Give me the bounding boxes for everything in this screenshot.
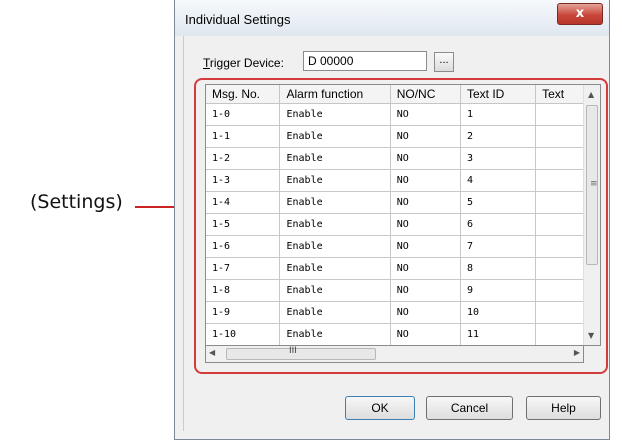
trigger-device-input[interactable]: D 00000 (303, 51, 427, 71)
close-icon: x (575, 6, 585, 21)
settings-highlight-frame (194, 78, 608, 374)
ok-button[interactable]: OK (345, 396, 415, 420)
close-button[interactable]: x (557, 3, 603, 25)
cancel-button[interactable]: Cancel (426, 396, 513, 420)
help-button[interactable]: Help (526, 396, 601, 420)
title-bar: Individual Settings x (175, 0, 609, 36)
browse-button[interactable]: ... (434, 52, 454, 72)
trigger-device-label: Trigger Device: (203, 56, 284, 70)
dialog-title: Individual Settings (185, 12, 291, 27)
annotation-label: (Settings) (30, 191, 123, 213)
individual-settings-dialog: Individual Settings x Trigger Device: D … (174, 0, 610, 440)
